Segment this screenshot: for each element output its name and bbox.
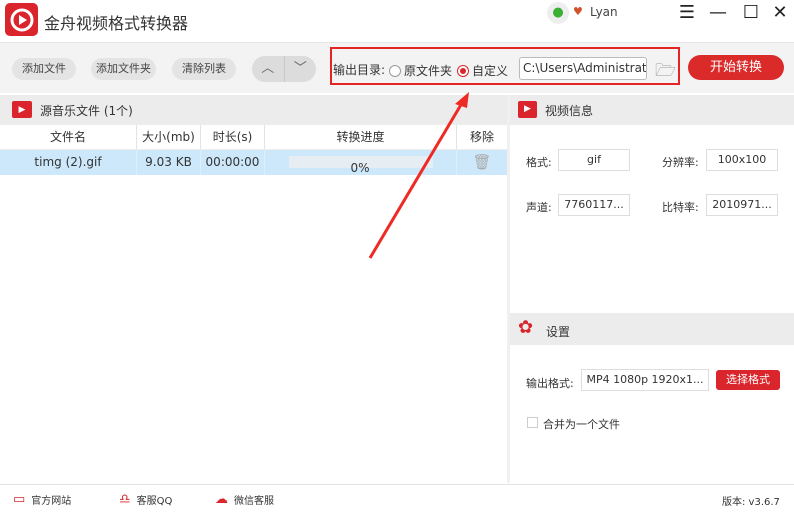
version-label: 版本: v3.6.7 <box>722 497 780 508</box>
website-label: 官方网站 <box>31 496 72 507</box>
qq-icon: ♎ <box>119 492 131 507</box>
wechat-support-link[interactable]: ☁ 微信客服 <box>215 492 274 507</box>
wechat-label: 微信客服 <box>234 496 274 507</box>
wechat-icon: ☁ <box>215 492 228 507</box>
qq-label: 客服QQ <box>136 496 173 507</box>
qq-link[interactable]: ♎ 客服QQ <box>119 492 172 507</box>
annotation-arrow <box>368 92 469 259</box>
website-link[interactable]: ▭ 官方网站 <box>13 492 71 507</box>
monitor-icon: ▭ <box>13 492 26 507</box>
